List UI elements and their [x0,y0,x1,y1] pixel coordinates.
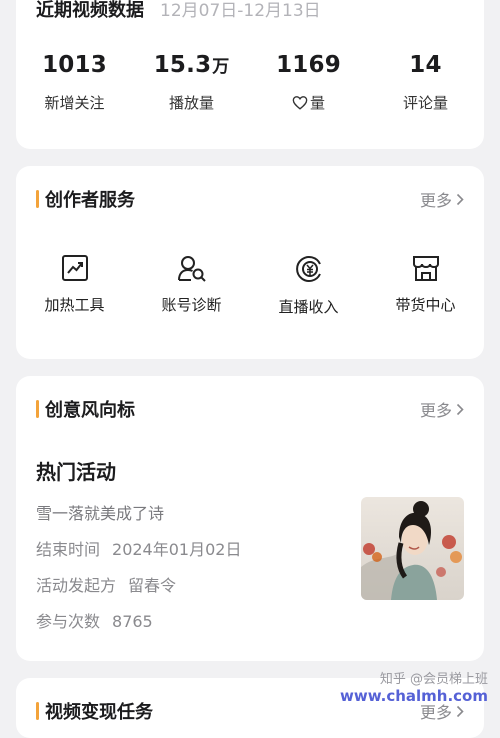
stats-card: 近期视频数据 12月07日-12月13日 1013 新增关注 15.3万 播放量… [16,0,484,149]
host-label: 活动发起方 [36,576,117,595]
creator-service-card: 创作者服务 更多 加热工具 账号诊断 直播收入 带货中心 [16,166,484,359]
section-header: 创意风向标 更多 [36,396,464,422]
stat-label: 播放量 [168,94,214,112]
trend-chart-icon [61,255,88,281]
activity-host: 活动发起方 留春令 [36,572,176,596]
accent-bar [36,400,39,418]
end-time-label: 结束时间 [36,540,101,559]
end-time-value: 2024年01月02日 [112,540,242,559]
more-label: 更多 [419,191,452,210]
host-value: 留春令 [128,576,177,595]
participation-label: 参与次数 [36,612,101,631]
stat-unit: 万 [212,57,230,77]
service-sales-center[interactable]: 带货中心 [367,254,484,315]
watermark-site: www.chalmh.com [340,687,488,705]
stat-label: 新增关注 [44,94,105,112]
stat-likes[interactable]: 1169 量 [250,52,367,113]
service-label: 直播收入 [278,298,339,316]
heart-icon [292,96,308,110]
chevron-right-icon [456,705,464,717]
accent-bar [36,190,39,208]
activity-participation: 参与次数 8765 [36,608,153,632]
stats-header: 近期视频数据 12月07日-12月13日 [36,0,321,22]
service-account-diagnosis[interactable]: 账号诊断 [133,254,250,315]
stat-value: 14 [409,52,442,78]
accent-bar [36,702,39,720]
watermark-author: 知乎 @会员梯上班 [379,672,488,687]
section-header: 创作者服务 更多 [36,186,464,212]
section-title: 视频变现任务 [45,702,153,723]
stats-date-range[interactable]: 12月07日-12月13日 [160,0,321,21]
service-label: 账号诊断 [161,296,222,314]
stat-value: 1013 [42,52,107,78]
stat-new-followers[interactable]: 1013 新增关注 [16,52,133,113]
service-heat-tool[interactable]: 加热工具 [16,254,133,315]
stat-value: 1169 [276,52,341,78]
stat-comments[interactable]: 14 评论量 [367,52,484,113]
stats-title: 近期视频数据 [36,0,144,21]
stat-value: 15.3 [153,52,212,78]
activity-image [361,497,464,600]
user-search-icon [177,256,206,282]
service-label: 带货中心 [395,296,456,314]
stat-label: 评论量 [402,94,448,112]
chevron-right-icon [456,193,464,205]
chevron-right-icon [456,403,464,415]
section-title: 创意风向标 [45,400,135,421]
participation-value: 8765 [112,612,153,631]
more-label: 更多 [419,401,452,420]
creative-trend-card: 创意风向标 更多 热门活动 雪一落就美成了诗 结束时间 2024年01月02日 活… [16,376,484,661]
hot-activity-heading: 热门活动 [36,460,116,484]
section-title: 创作者服务 [45,190,135,211]
watermark: 知乎 @会员梯上班 www.chalmh.com [340,672,488,704]
service-label: 加热工具 [44,296,105,314]
activity-name[interactable]: 雪一落就美成了诗 [36,500,164,524]
stat-plays[interactable]: 15.3万 播放量 [133,52,250,113]
service-live-income[interactable]: 直播收入 [250,254,367,317]
activity-thumbnail[interactable] [361,497,464,600]
store-icon [412,256,439,281]
live-income-icon [295,256,321,282]
activity-end-time: 结束时间 2024年01月02日 [36,536,241,560]
stat-label: 量 [309,94,325,112]
more-link[interactable]: 更多 [420,397,464,421]
more-link[interactable]: 更多 [420,187,464,211]
